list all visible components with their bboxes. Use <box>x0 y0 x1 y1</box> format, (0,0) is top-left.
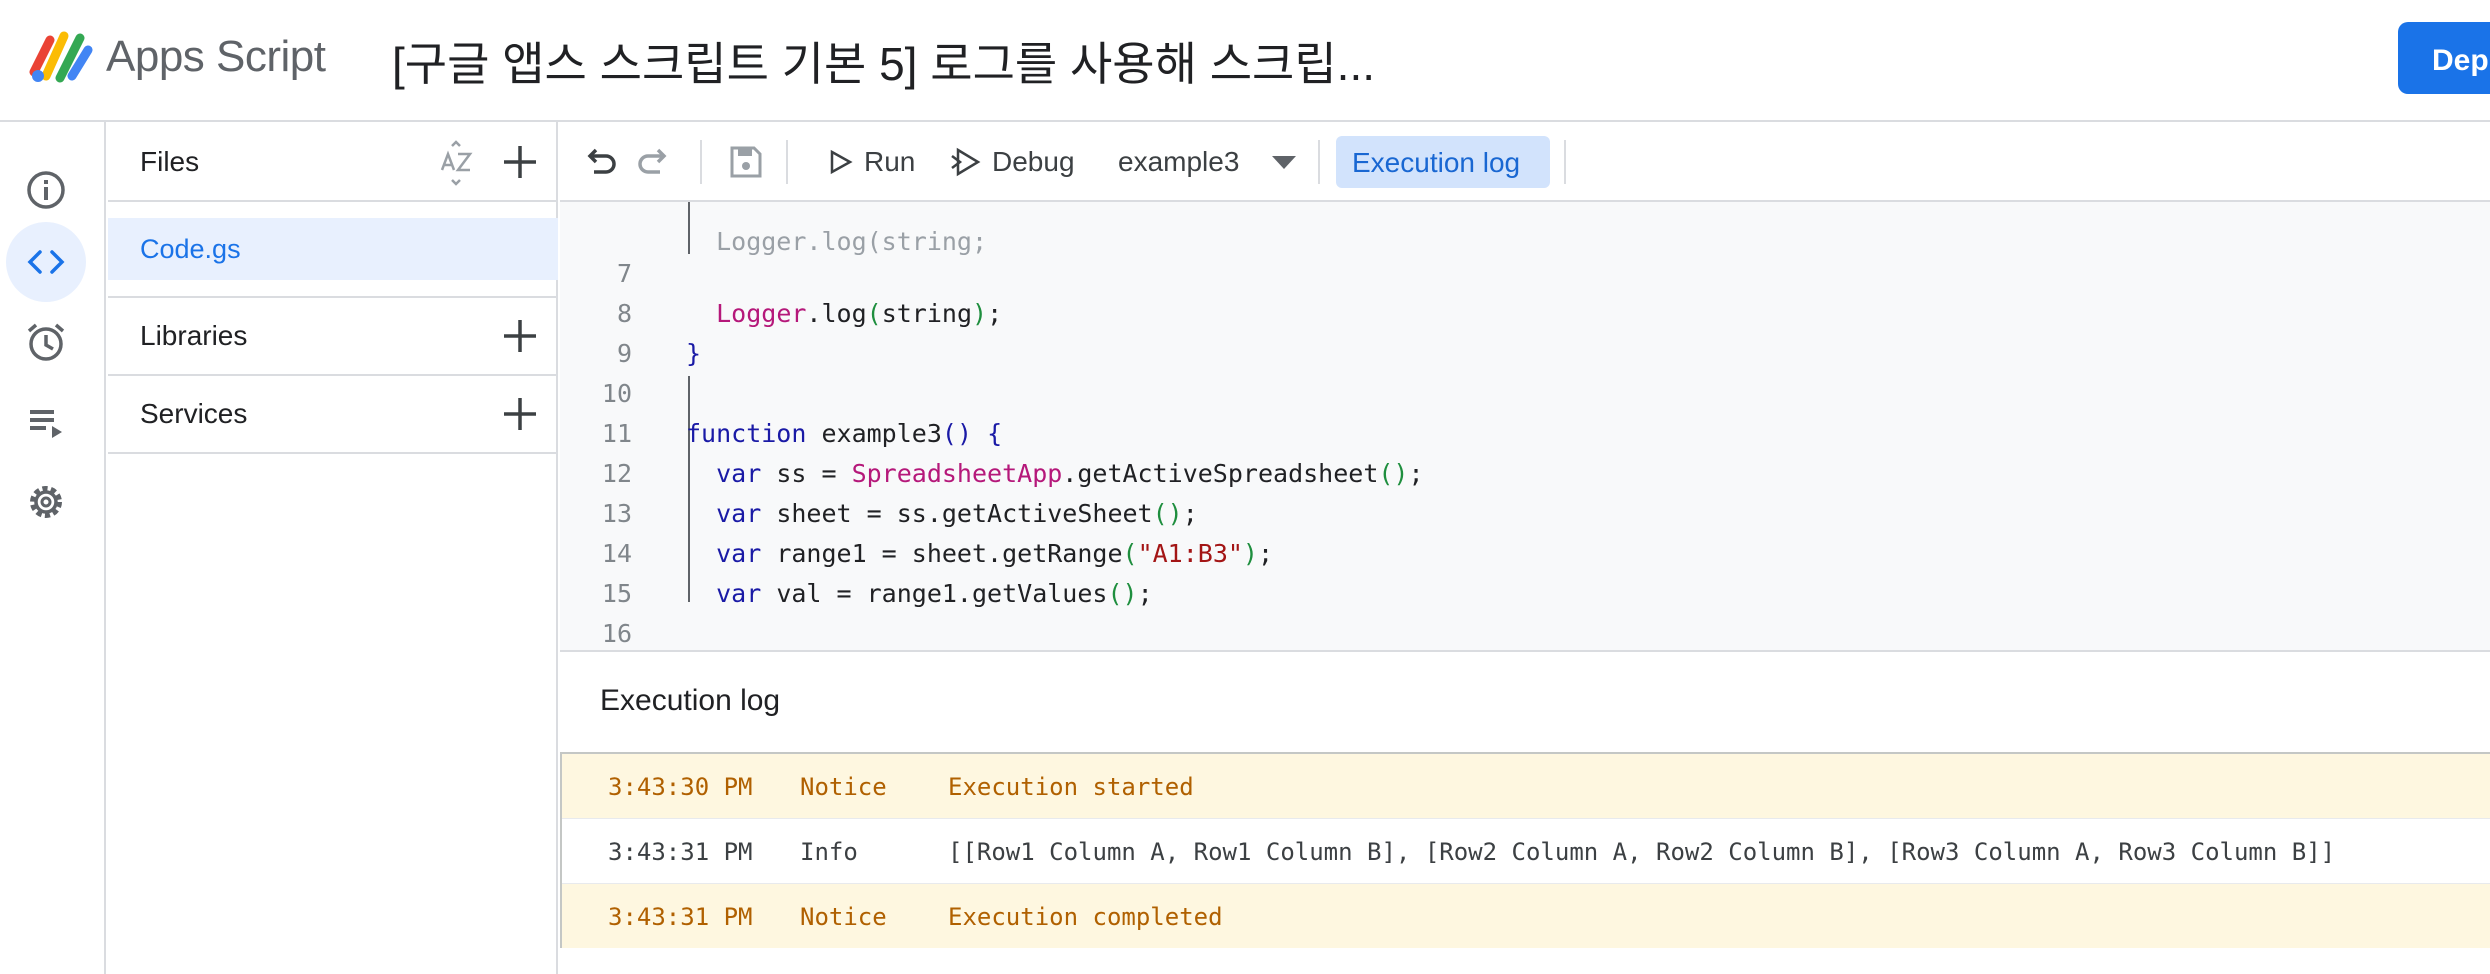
code-line: 16 Logger.log(val); <box>560 574 2490 648</box>
log-message: [[Row1 Column A, Row1 Column B], [Row2 C… <box>948 838 2336 866</box>
run-button[interactable]: Run <box>826 136 946 188</box>
redo-icon[interactable] <box>634 142 674 182</box>
file-name: Code.gs <box>140 234 241 264</box>
code-line: 7 Logger.log(string); <box>560 214 2490 328</box>
log-message: Execution completed <box>948 903 1223 931</box>
files-panel: Files Code.gs Libraries Services <box>108 122 558 974</box>
rail-settings-button[interactable] <box>6 462 86 542</box>
gear-icon <box>30 486 62 518</box>
log-level: Notice <box>800 773 887 801</box>
code-line: 13 var range1 = sheet.getRange("A1:B3"); <box>560 454 2490 568</box>
toolbar-divider <box>1564 140 1566 184</box>
files-header: Files <box>108 122 558 202</box>
libraries-section[interactable]: Libraries <box>108 298 558 376</box>
code-line: 17 } <box>560 614 2490 652</box>
add-service-icon[interactable] <box>500 394 540 434</box>
rail-editor-button[interactable] <box>6 222 86 302</box>
project-title[interactable]: [구글 앱스 스크립트 기본 5] 로그를 사용해 스크립... <box>392 28 1375 94</box>
alarm-clock-icon <box>27 323 65 361</box>
left-rail <box>0 122 106 974</box>
log-row: 3:43:31 PM Info [[Row1 Column A, Row1 Co… <box>562 818 2490 884</box>
log-time: 3:43:31 PM <box>608 838 753 866</box>
services-section[interactable]: Services <box>108 376 558 454</box>
info-icon <box>27 171 65 209</box>
playlist-play-icon <box>30 410 62 438</box>
play-icon <box>830 149 853 175</box>
file-item-code-gs[interactable]: Code.gs <box>108 218 558 280</box>
debug-button[interactable]: Debug <box>950 136 1090 188</box>
code-line: 10 function example3() { <box>560 334 2490 448</box>
sort-az-icon[interactable] <box>434 140 482 188</box>
save-icon[interactable] <box>726 142 766 182</box>
rail-executions-button[interactable] <box>6 382 86 462</box>
editor-toolbar: Run Debug example3 Execution log <box>560 122 2490 202</box>
add-file-icon[interactable] <box>500 142 540 182</box>
log-level: Info <box>800 838 858 866</box>
code-line: 15 <box>560 534 2490 608</box>
execution-log-button[interactable]: Execution log <box>1336 136 1550 188</box>
brand-name: Apps Script <box>106 32 326 81</box>
log-table: 3:43:30 PM Notice Execution started 3:43… <box>560 752 2490 948</box>
apps-script-logo-icon[interactable] <box>28 28 94 84</box>
toolbar-divider <box>786 140 788 184</box>
log-row: 3:43:31 PM Notice Execution completed <box>562 884 2490 948</box>
toolbar-divider <box>700 140 702 184</box>
chevron-down-icon[interactable] <box>1272 156 1296 169</box>
debug-icon <box>951 147 981 177</box>
execution-log-title: Execution log <box>600 684 781 717</box>
function-select-value: example3 <box>1118 146 1240 177</box>
rail-triggers-button[interactable] <box>6 302 86 382</box>
code-editor[interactable]: Logger.log(string; 7 Logger.log(string);… <box>560 202 2490 652</box>
services-label: Services <box>140 398 248 429</box>
toolbar-divider <box>1318 140 1320 184</box>
app-header: Apps Script [구글 앱스 스크립트 기본 5] 로그를 사용해 스크… <box>0 0 2490 122</box>
debug-label: Debug <box>992 146 1075 177</box>
code-line: 8 } <box>560 254 2490 368</box>
code-icon <box>27 250 65 274</box>
deploy-button[interactable]: Deploy <box>2398 22 2490 94</box>
code-line: 14 var val = range1.getValues(); <box>560 494 2490 608</box>
log-row: 3:43:30 PM Notice Execution started <box>562 754 2490 818</box>
libraries-label: Libraries <box>140 320 248 351</box>
run-label: Run <box>864 146 916 177</box>
log-time: 3:43:31 PM <box>608 903 753 931</box>
log-level: Notice <box>800 903 887 931</box>
execution-log-panel: Execution log 3:43:30 PM Notice Executio… <box>560 652 2490 974</box>
log-message: Execution started <box>948 773 1194 801</box>
code-line: 9 <box>560 294 2490 368</box>
code-line: 12 var sheet = ss.getActiveSheet(); <box>560 414 2490 528</box>
log-time: 3:43:30 PM <box>608 773 753 801</box>
add-library-icon[interactable] <box>500 316 540 356</box>
rail-overview-button[interactable] <box>6 150 86 230</box>
code-line: 11 var ss = SpreadsheetApp.getActiveSpre… <box>560 374 2490 488</box>
files-title: Files <box>140 146 200 177</box>
undo-icon[interactable] <box>580 142 620 182</box>
